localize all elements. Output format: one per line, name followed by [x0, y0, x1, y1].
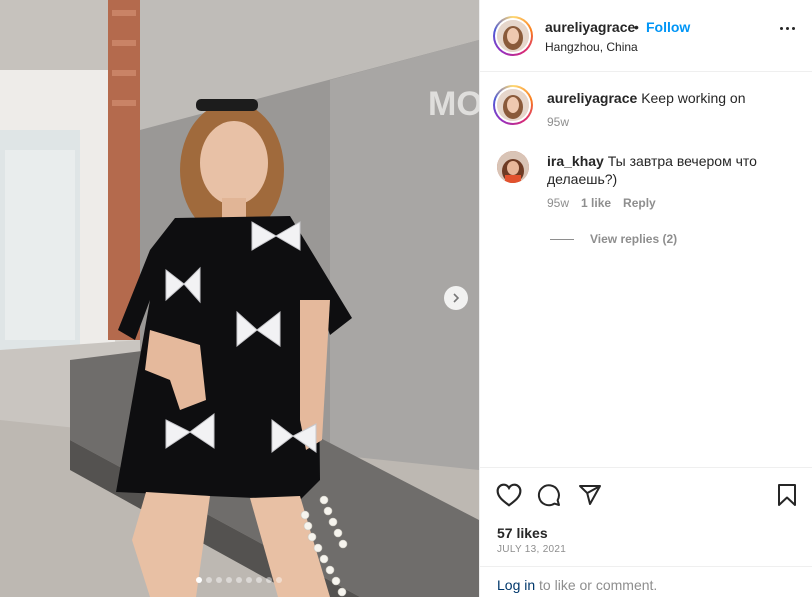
carousel-dot — [206, 577, 212, 583]
share-icon[interactable] — [578, 483, 602, 507]
comment-icon[interactable] — [537, 483, 561, 507]
photo-illustration: MO GA — [0, 0, 479, 597]
wall-text: MO GA — [428, 85, 479, 123]
carousel-dot — [196, 577, 202, 583]
caption-avatar[interactable] — [493, 85, 533, 125]
commenter-avatar[interactable] — [497, 151, 529, 183]
caption-time[interactable]: 95w — [547, 115, 569, 129]
login-prompt-text: to like or comment. — [535, 577, 658, 593]
comments-list: aureliyagrace Keep working on 95w ira_kh… — [480, 72, 812, 467]
view-replies-label: View replies (2) — [590, 232, 678, 246]
carousel-dot — [276, 577, 282, 583]
likes-count[interactable]: 57 likes — [497, 525, 548, 541]
carousel-indicator — [196, 577, 282, 583]
carousel-dot — [266, 577, 272, 583]
replies-divider — [550, 238, 574, 240]
more-options-icon[interactable] — [780, 27, 795, 30]
comment: ira_khay Ты завтра вечером что делаешь?) — [547, 152, 777, 188]
post-header: aureliyagrace • Follow Hangzhou, China — [480, 0, 812, 72]
post-location[interactable]: Hangzhou, China — [545, 40, 638, 54]
carousel-dot — [226, 577, 232, 583]
login-prompt: Log in to like or comment. — [480, 566, 812, 597]
bookmark-icon[interactable] — [776, 483, 798, 507]
post-actions: 57 likes JULY 13, 2021 Log in to like or… — [480, 467, 812, 597]
follow-button[interactable]: Follow — [646, 19, 690, 35]
author-username[interactable]: aureliyagrace — [545, 19, 635, 35]
avatar-photo — [497, 20, 529, 52]
carousel-dot — [246, 577, 252, 583]
carousel-next-button[interactable] — [444, 286, 468, 310]
post-date: JULY 13, 2021 — [497, 544, 567, 555]
post-panel: aureliyagrace • Follow Hangzhou, China a… — [479, 0, 812, 597]
carousel-dot — [216, 577, 222, 583]
comment-time[interactable]: 95w — [547, 196, 569, 210]
header-separator: • — [634, 19, 639, 35]
reply-button[interactable]: Reply — [623, 196, 656, 210]
author-avatar[interactable] — [493, 16, 533, 56]
caption-username[interactable]: aureliyagrace — [547, 90, 637, 106]
comment-meta: 95w 1 like Reply — [547, 196, 656, 210]
caption-text: Keep working on — [641, 90, 746, 106]
caption: aureliyagrace Keep working on — [547, 89, 797, 107]
login-link[interactable]: Log in — [497, 577, 535, 593]
carousel-dot — [256, 577, 262, 583]
heart-icon[interactable] — [496, 483, 522, 507]
comment-username[interactable]: ira_khay — [547, 153, 604, 169]
avatar-photo — [497, 151, 529, 183]
chevron-right-icon — [453, 293, 460, 303]
avatar-photo — [497, 89, 529, 121]
carousel-dot — [236, 577, 242, 583]
post-photo[interactable]: MO GA — [0, 0, 479, 597]
comment-likes[interactable]: 1 like — [581, 196, 611, 210]
view-replies-button[interactable]: View replies (2) — [550, 232, 677, 246]
